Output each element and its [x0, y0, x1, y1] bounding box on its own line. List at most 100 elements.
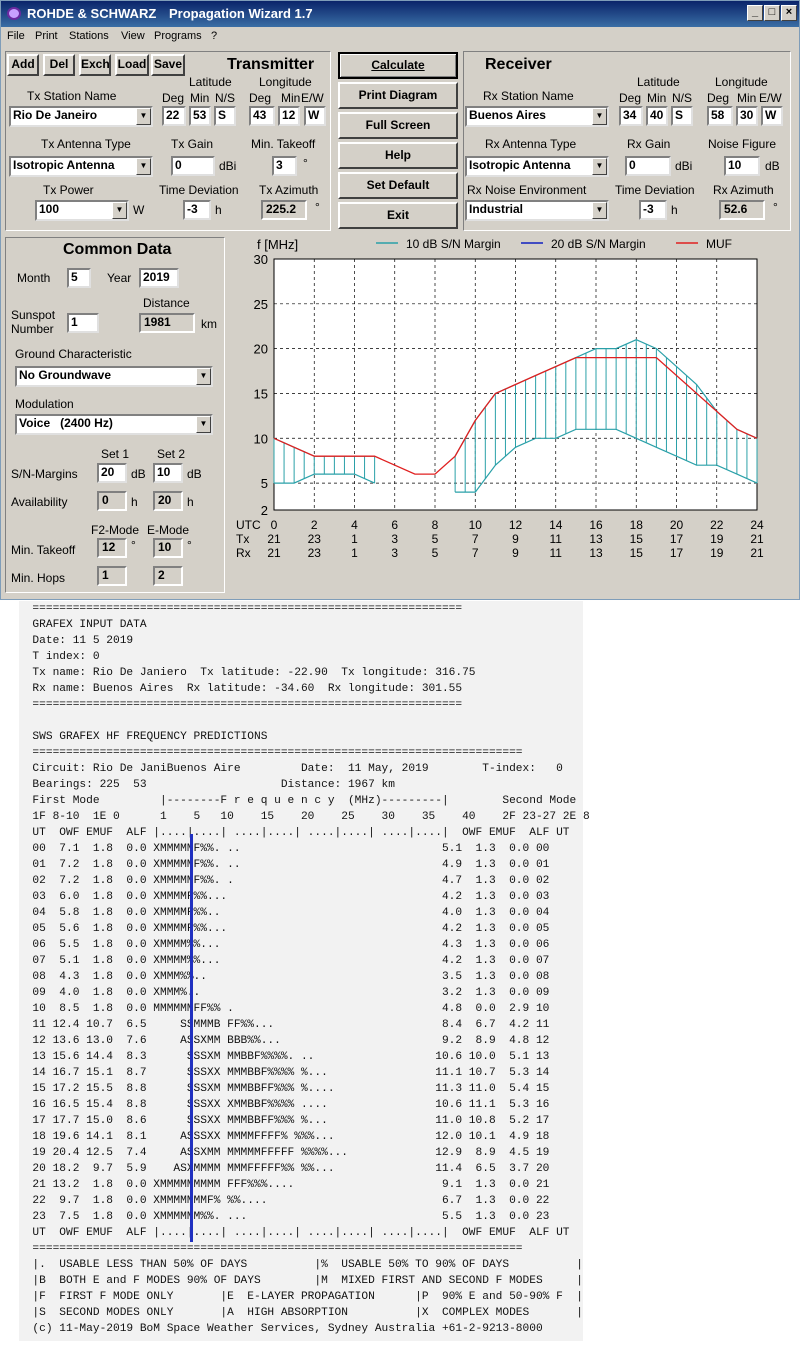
x-tick-label: 3 — [391, 546, 398, 560]
f2-mode-label: F2-Mode — [91, 523, 140, 537]
availability-set2-unit: h — [187, 495, 194, 509]
min-takeoff-label: Min. Takeoff — [11, 543, 76, 557]
rx-timedev-unit: h — [671, 203, 678, 217]
menu-programs[interactable]: Programs — [154, 30, 202, 42]
load-button[interactable]: Load — [115, 54, 149, 76]
month-input[interactable]: 5 — [67, 268, 91, 288]
menu-help[interactable]: ? — [211, 30, 217, 42]
report-line: |F FIRST F MODE ONLY |E E-LAYER PROPAGAT… — [19, 1291, 583, 1303]
maximize-icon[interactable]: □ — [764, 5, 780, 21]
report-line: 17 17.7 15.0 8.6 SSSXX MMMBBFF%%% %... 1… — [19, 1115, 550, 1127]
menu-file[interactable]: File — [7, 30, 25, 42]
x-tick-label: 9 — [512, 546, 519, 560]
report-line: UT OWF EMUF ALF |....|....| ....|....| .… — [19, 1227, 570, 1239]
x-tick-label: 14 — [549, 518, 563, 532]
minimize-icon[interactable]: _ — [747, 5, 763, 21]
rx-antenna-select[interactable]: Isotropic Antenna ▼ — [465, 156, 609, 177]
rx-env-value: Industrial — [469, 202, 524, 216]
menu-stations[interactable]: Stations — [69, 30, 109, 42]
rx-lat-ns-input[interactable]: S — [671, 106, 693, 126]
print-diagram-button[interactable]: Print Diagram — [338, 82, 458, 109]
sn-set1-input[interactable]: 20 — [97, 463, 127, 483]
report-line: 05 5.6 1.8 0.0 XMMMMF%%... 4.2 1.3 0.0 0… — [19, 923, 550, 935]
report-line: ========================================… — [19, 699, 463, 711]
takeoff-f2: 12 — [97, 538, 127, 558]
rx-lon-ew-input[interactable]: W — [761, 106, 783, 126]
tx-timedev-input[interactable]: -3 — [183, 200, 211, 220]
tx-station-select[interactable]: Rio De Janeiro ▼ — [9, 106, 153, 127]
rx-lon-deg-input[interactable]: 58 — [707, 106, 733, 126]
year-input[interactable]: 2019 — [139, 268, 179, 288]
delete-button[interactable]: Del — [43, 54, 75, 76]
rx-azimuth-unit: ° — [773, 200, 778, 214]
rx-lon-min-label: Min — [737, 91, 757, 105]
tx-takeoff-input[interactable]: 3 — [272, 156, 297, 176]
rx-lat-deg-input[interactable]: 34 — [619, 106, 643, 126]
rx-gain-input[interactable]: 0 — [625, 156, 671, 176]
rx-longitude-label: Longitude — [715, 75, 768, 89]
tx-lon-min-input[interactable]: 12 — [278, 106, 300, 126]
calculate-button[interactable]: Calculate — [338, 52, 458, 79]
distance-label: Distance — [143, 296, 190, 310]
y-tick-label: 20 — [254, 342, 268, 357]
rx-env-select[interactable]: Industrial ▼ — [465, 200, 609, 221]
help-button[interactable]: Help — [338, 142, 458, 169]
chevron-down-icon[interactable]: ▼ — [136, 158, 151, 175]
add-button[interactable]: Add — [7, 54, 39, 76]
tx-timedev-label: Time Deviation — [159, 183, 239, 197]
x-tick-label: 5 — [432, 546, 439, 560]
x-tick-label: 11 — [550, 546, 563, 560]
modulation-select[interactable]: Voice (2400 Hz) ▼ — [15, 414, 213, 435]
legend-label: 10 dB S/N Margin — [406, 237, 501, 251]
sn-set2-input[interactable]: 10 — [153, 463, 183, 483]
x-tick-label: 8 — [432, 518, 439, 532]
save-button[interactable]: Save — [151, 54, 185, 76]
chevron-down-icon[interactable]: ▼ — [592, 158, 607, 175]
tx-power-select[interactable]: 100 ▼ — [35, 200, 129, 221]
menu-print[interactable]: Print — [35, 30, 58, 42]
rx-lat-min-input[interactable]: 40 — [646, 106, 668, 126]
chevron-down-icon[interactable]: ▼ — [592, 108, 607, 125]
rx-station-select[interactable]: Buenos Aires ▼ — [465, 106, 609, 127]
close-icon[interactable]: × — [781, 5, 797, 21]
report-line: Date: 11 5 2019 — [19, 635, 134, 647]
calculate-label: Calculate — [371, 58, 425, 72]
report-line: 21 13.2 1.8 0.0 XMMMMMMMMM FFF%%%.... 9.… — [19, 1179, 550, 1191]
brand-title: ROHDE & SCHWARZ — [27, 6, 157, 21]
exit-button[interactable]: Exit — [338, 202, 458, 229]
tx-lat-deg-input[interactable]: 22 — [162, 106, 186, 126]
report-line: 00 7.1 1.8 0.0 XMMMMMF%%. .. 5.1 1.3 0.0… — [19, 843, 550, 855]
chevron-down-icon[interactable]: ▼ — [196, 416, 211, 433]
full-screen-button[interactable]: Full Screen — [338, 112, 458, 139]
x-tick-label: 5 — [432, 532, 439, 546]
tx-lon-ew-input[interactable]: W — [304, 106, 326, 126]
sunspot-input[interactable]: 1 — [67, 313, 99, 333]
chevron-down-icon[interactable]: ▼ — [136, 108, 151, 125]
rx-lon-min-input[interactable]: 30 — [736, 106, 758, 126]
report-line — [19, 713, 583, 729]
tx-gain-input[interactable]: 0 — [171, 156, 215, 176]
chevron-down-icon[interactable]: ▼ — [112, 202, 127, 219]
year-label: Year — [107, 271, 132, 285]
tx-azimuth-value: 225.2 — [261, 200, 307, 220]
menu-view[interactable]: View — [121, 30, 145, 42]
tx-antenna-select[interactable]: Isotropic Antenna ▼ — [9, 156, 153, 177]
report-line: 02 7.2 1.8 0.0 XMMMMMF%%. . 4.7 1.3 0.0 … — [19, 875, 550, 887]
tx-lon-min-label: Min — [281, 91, 301, 105]
report-marker-line — [190, 834, 193, 1242]
report-line: 14 16.7 15.1 8.7 SSSXX MMMBBF%%%% %... 1… — [19, 1067, 550, 1079]
chevron-down-icon[interactable]: ▼ — [592, 202, 607, 219]
tx-station-value: Rio De Janeiro — [13, 108, 98, 122]
rx-timedev-input[interactable]: -3 — [639, 200, 667, 220]
set-default-button[interactable]: Set Default — [338, 172, 458, 199]
tx-lon-deg-input[interactable]: 43 — [249, 106, 275, 126]
chevron-down-icon[interactable]: ▼ — [196, 368, 211, 385]
exchange-button[interactable]: Exch — [79, 54, 111, 76]
tx-lat-min-input[interactable]: 53 — [189, 106, 211, 126]
tx-lat-ns-input[interactable]: S — [214, 106, 236, 126]
takeoff-e-unit: ° — [187, 538, 192, 552]
ground-select[interactable]: No Groundwave ▼ — [15, 366, 213, 387]
x-row-label: Tx — [236, 532, 249, 546]
rx-noise-input[interactable]: 10 — [724, 156, 760, 176]
report-line: 16 16.5 15.4 8.8 SSSXX XMMBBF%%%% .... 1… — [19, 1099, 550, 1111]
